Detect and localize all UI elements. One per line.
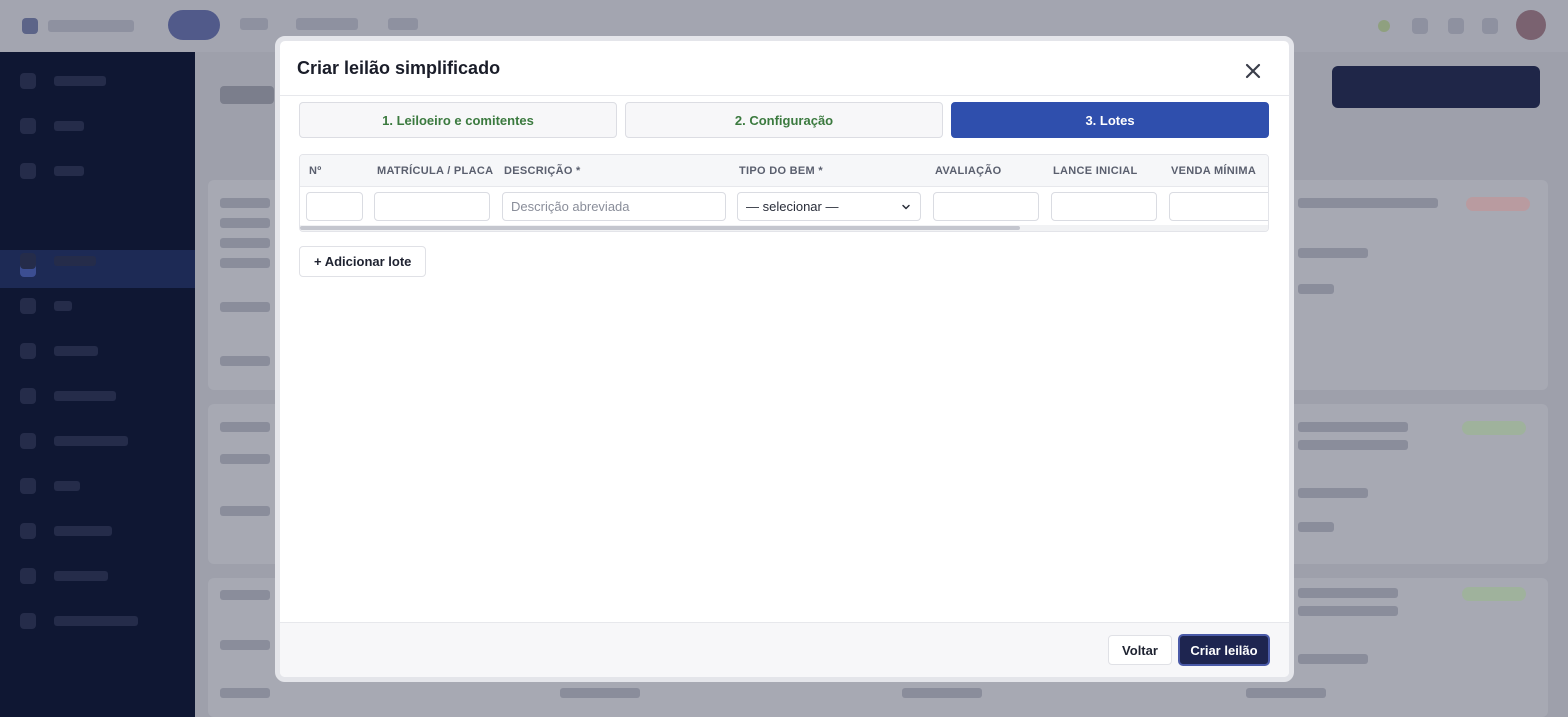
card-line: [220, 302, 270, 312]
sidebar-item: [20, 613, 170, 629]
modal-footer: Voltar Criar leilão: [280, 622, 1289, 677]
lot-number-input[interactable]: [306, 192, 363, 221]
sidebar-item: [20, 118, 170, 134]
card-line: [902, 688, 982, 698]
app-logo-wordmark: [48, 20, 134, 32]
step-configuracao[interactable]: 2. Configuração: [625, 102, 943, 138]
card-line: [1298, 654, 1368, 664]
lot-type-select[interactable]: — selecionar —: [737, 192, 921, 221]
primary-action-button: [1332, 66, 1540, 108]
help-icon: [1412, 18, 1428, 34]
card-line: [1298, 198, 1438, 208]
top-nav-item: [388, 18, 418, 30]
status-dot-icon: [1378, 20, 1390, 32]
settings-icon: [1482, 18, 1498, 34]
sidebar-item: [20, 253, 170, 269]
sidebar-item: [20, 73, 170, 89]
card-line: [1298, 284, 1334, 294]
sidebar-item: [20, 388, 170, 404]
create-auction-modal: Criar leilão simplificado 1. Leiloeiro e…: [275, 36, 1294, 682]
status-badge: [1466, 197, 1530, 211]
lot-minimum-sale-input[interactable]: [1169, 192, 1268, 221]
card-line: [220, 454, 270, 464]
card-line: [560, 688, 640, 698]
card-line: [220, 198, 270, 208]
card-line: [1298, 488, 1368, 498]
app-logo-icon: [22, 18, 38, 34]
column-header-tipo-bem: TIPO DO BEM *: [739, 165, 823, 177]
wizard-steps: 1. Leiloeiro e comitentes 2. Configuraçã…: [299, 102, 1269, 138]
card-line: [1246, 688, 1326, 698]
column-header-venda-minima: VENDA MÍNIMA: [1171, 165, 1257, 177]
column-header-matricula: MATRÍCULA / PLACA: [377, 165, 494, 177]
card-line: [220, 422, 270, 432]
page-title: [220, 86, 274, 104]
card-line: [1298, 440, 1408, 450]
sidebar-item: [20, 478, 170, 494]
modal-header: Criar leilão simplificado: [280, 41, 1289, 96]
add-lot-button[interactable]: + Adicionar lote: [299, 246, 427, 277]
top-nav-active-pill: [168, 10, 220, 40]
card-line: [1298, 522, 1334, 532]
card-line: [220, 238, 270, 248]
step-leiloeiro[interactable]: 1. Leiloeiro e comitentes: [299, 102, 617, 138]
create-auction-button[interactable]: Criar leilão: [1178, 634, 1270, 666]
top-nav-item: [240, 18, 268, 30]
lots-table: Nº MATRÍCULA / PLACA DESCRIÇÃO * TIPO DO…: [299, 154, 1269, 232]
column-header-descricao: DESCRIÇÃO *: [504, 165, 581, 177]
lot-appraisal-input[interactable]: [933, 192, 1039, 221]
table-scrollbar-thumb[interactable]: [300, 226, 1020, 230]
chevron-down-icon: [902, 204, 910, 209]
sidebar-item: [20, 163, 170, 179]
status-badge: [1462, 587, 1526, 601]
card-line: [220, 258, 270, 268]
app-sidebar: [0, 52, 195, 717]
card-line: [1298, 588, 1398, 598]
close-icon: [1245, 63, 1261, 79]
card-line: [1298, 606, 1398, 616]
avatar: [1516, 10, 1546, 40]
lot-type-select-value: — selecionar —: [746, 199, 839, 214]
card-line: [220, 688, 270, 698]
sidebar-item: [20, 568, 170, 584]
notification-icon: [1448, 18, 1464, 34]
card-line: [220, 640, 270, 650]
back-button[interactable]: Voltar: [1108, 635, 1172, 665]
card-line: [220, 506, 270, 516]
step-lotes[interactable]: 3. Lotes: [951, 102, 1269, 138]
lot-description-input[interactable]: [502, 192, 726, 221]
sidebar-item: [20, 343, 170, 359]
lots-table-header: Nº MATRÍCULA / PLACA DESCRIÇÃO * TIPO DO…: [300, 155, 1268, 187]
card-line: [220, 590, 270, 600]
modal-title: Criar leilão simplificado: [297, 58, 501, 78]
card-line: [1298, 248, 1368, 258]
sidebar-item: [20, 433, 170, 449]
column-header-numero: Nº: [309, 165, 322, 177]
card-line: [220, 356, 270, 366]
sidebar-item: [20, 523, 170, 539]
lot-registration-input[interactable]: [374, 192, 490, 221]
card-line: [1298, 422, 1408, 432]
lot-initial-bid-input[interactable]: [1051, 192, 1157, 221]
sidebar-item: [20, 298, 170, 314]
column-header-avaliacao: AVALIAÇÃO: [935, 165, 1002, 177]
column-header-lance-inicial: LANCE INICIAL: [1053, 165, 1138, 177]
top-nav-item: [296, 18, 358, 30]
close-button[interactable]: [1242, 60, 1264, 82]
card-line: [220, 218, 270, 228]
status-badge: [1462, 421, 1526, 435]
